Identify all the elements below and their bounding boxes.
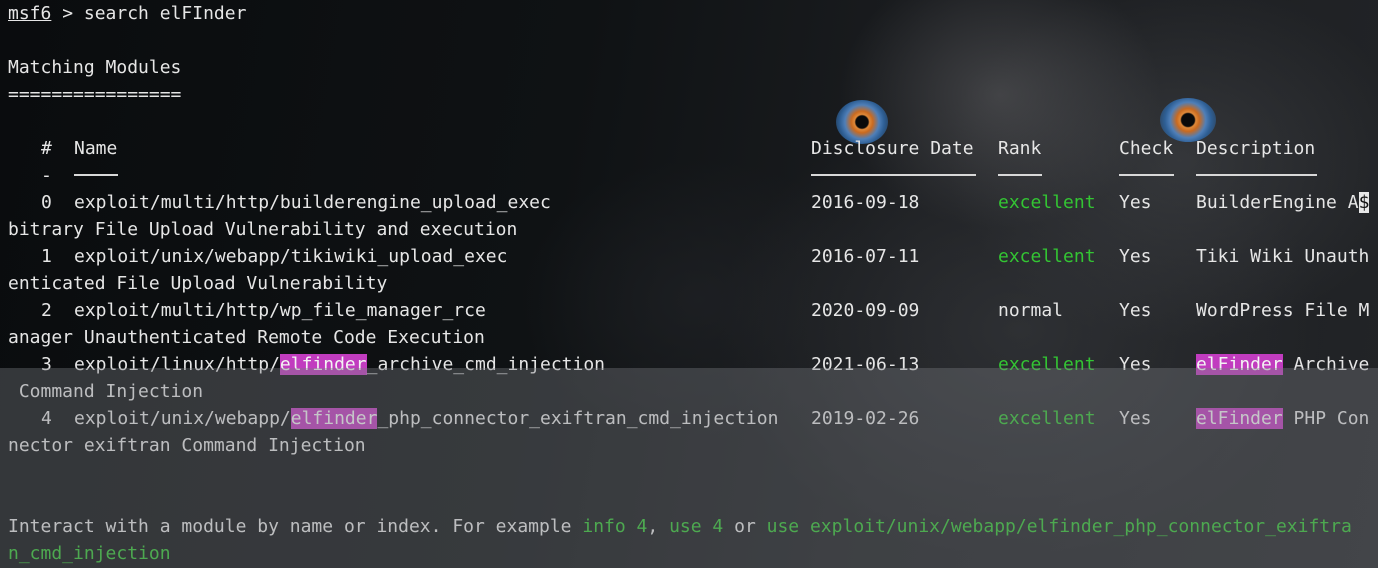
row-4-desc-match-highlight: elFinder	[1196, 408, 1283, 429]
section-title: Matching Modules	[8, 57, 182, 78]
row-3-date: 2021-06-13	[811, 354, 920, 375]
row-3-check: Yes	[1119, 354, 1152, 375]
header-check-underline	[1119, 174, 1174, 176]
row-0-description: BuilderEngine A$	[1196, 189, 1370, 216]
row-0-name: exploit/multi/http/builderengine_upload_…	[74, 192, 551, 213]
row-1-rank: excellent	[998, 246, 1096, 267]
row-1-name: exploit/unix/webapp/tikiwiki_upload_exec	[74, 246, 508, 267]
footer-sep-1: ,	[647, 516, 670, 537]
row-2-date: 2020-09-09	[811, 300, 920, 321]
footer-sep-2: or	[723, 516, 767, 537]
header-date-underline	[811, 174, 976, 176]
row-2-name: exploit/multi/http/wp_file_manager_rce	[74, 300, 486, 321]
row-4-date: 2019-02-26	[811, 408, 920, 429]
row-3-desc-match-highlight: elFinder	[1196, 354, 1283, 375]
header-description: Description	[1196, 138, 1316, 159]
footer-text: Interact with a module by name or index.…	[8, 516, 583, 537]
row-0-wrap: bitrary File Upload Vulnerability and ex…	[8, 219, 518, 240]
row-4-num: 4	[41, 408, 52, 429]
terminal-cursor: $	[1358, 192, 1370, 213]
header-date: Disclosure Date	[811, 138, 974, 159]
row-3-name: exploit/linux/http/elfinder_archive_cmd_…	[74, 351, 605, 378]
prompt-command: search elFInder	[83, 3, 247, 24]
section-underline: ================	[8, 84, 182, 105]
row-0-description-text: BuilderEngine A	[1196, 192, 1359, 213]
row-2-check: Yes	[1119, 300, 1152, 321]
prompt-prefix: msf6	[8, 3, 52, 24]
row-1-description: Tiki Wiki Unauth	[1196, 246, 1370, 267]
footer-cmd-info: info 4	[582, 516, 648, 537]
header-name: Name	[74, 138, 118, 159]
footer-hint-line-2: n_cmd_injection	[8, 543, 171, 564]
row-4-name-prefix: exploit/unix/webapp/	[74, 408, 291, 429]
row-3-rank: excellent	[998, 354, 1096, 375]
row-4-check: Yes	[1119, 408, 1152, 429]
row-4-name-suffix: _php_connector_exiftran_cmd_injection	[377, 408, 779, 429]
row-4-desc-rest: PHP Con	[1282, 408, 1370, 429]
prompt-line: msf6 > search elFInder	[8, 0, 246, 27]
footer-cmd-use-index: use 4	[669, 516, 724, 537]
row-4-rank: excellent	[998, 408, 1096, 429]
row-3-name-match-highlight: elfinder	[279, 354, 367, 375]
row-3-num: 3	[41, 354, 52, 375]
header-num-dash: -	[41, 165, 52, 186]
header-rank: Rank	[998, 138, 1042, 159]
row-0-num: 0	[41, 192, 52, 213]
header-num: #	[41, 138, 52, 159]
header-name-underline	[74, 174, 118, 176]
row-4-name-match-highlight: elfinder	[290, 408, 378, 429]
row-2-rank: normal	[998, 300, 1064, 321]
terminal-window[interactable]: msf6 > search elFInder Matching Modules …	[0, 0, 1378, 568]
row-4-wrap: nector exiftran Command Injection	[8, 435, 366, 456]
row-3-desc-rest: Archive	[1282, 354, 1370, 375]
row-1-wrap: enticated File Upload Vulnerability	[8, 273, 388, 294]
prompt-symbol: >	[51, 3, 84, 24]
row-3-name-suffix: _archive_cmd_injection	[366, 354, 606, 375]
footer-cmd-use-path: use exploit/unix/webapp/elfinder_php_con…	[766, 516, 1352, 537]
row-0-rank: excellent	[998, 192, 1096, 213]
footer-hint-line-1: Interact with a module by name or index.…	[8, 513, 1352, 540]
row-2-wrap: anager Unauthenticated Remote Code Execu…	[8, 327, 485, 348]
header-description-underline	[1196, 174, 1317, 176]
row-1-num: 1	[41, 246, 52, 267]
row-2-description: WordPress File M	[1196, 300, 1370, 321]
row-3-name-prefix: exploit/linux/http/	[74, 354, 280, 375]
row-1-check: Yes	[1119, 246, 1152, 267]
row-3-wrap: Command Injection	[8, 381, 204, 402]
row-1-date: 2016-07-11	[811, 246, 920, 267]
row-0-check: Yes	[1119, 192, 1152, 213]
row-2-num: 2	[41, 300, 52, 321]
header-check: Check	[1119, 138, 1174, 159]
row-4-name: exploit/unix/webapp/elfinder_php_connect…	[74, 405, 778, 432]
header-rank-underline	[998, 174, 1042, 176]
row-0-date: 2016-09-18	[811, 192, 920, 213]
row-4-description: elFinder PHP Con	[1196, 405, 1369, 432]
row-3-description: elFinder Archive	[1196, 351, 1369, 378]
